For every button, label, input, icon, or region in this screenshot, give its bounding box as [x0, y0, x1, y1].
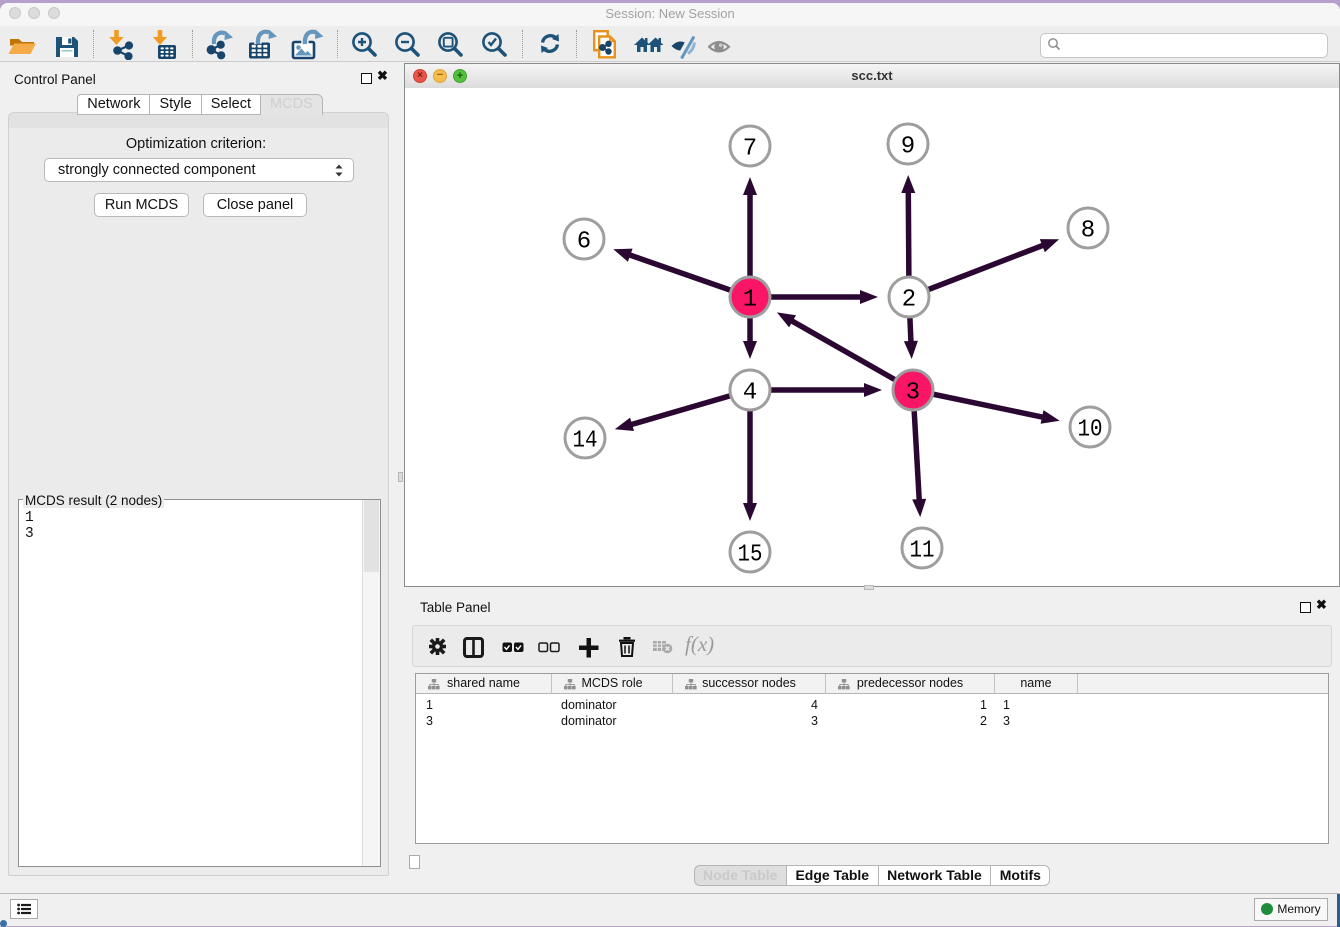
svg-text:2: 2 — [902, 287, 916, 314]
svg-text:11: 11 — [910, 538, 935, 565]
svg-text:6: 6 — [577, 229, 591, 256]
svg-text:4: 4 — [743, 380, 757, 407]
svg-text:1: 1 — [743, 287, 757, 314]
svg-text:3: 3 — [906, 380, 920, 407]
svg-text:7: 7 — [743, 136, 757, 163]
svg-text:14: 14 — [573, 428, 598, 455]
svg-text:15: 15 — [738, 542, 763, 569]
svg-text:8: 8 — [1081, 218, 1095, 245]
svg-text:9: 9 — [901, 134, 915, 161]
svg-text:10: 10 — [1078, 417, 1103, 444]
